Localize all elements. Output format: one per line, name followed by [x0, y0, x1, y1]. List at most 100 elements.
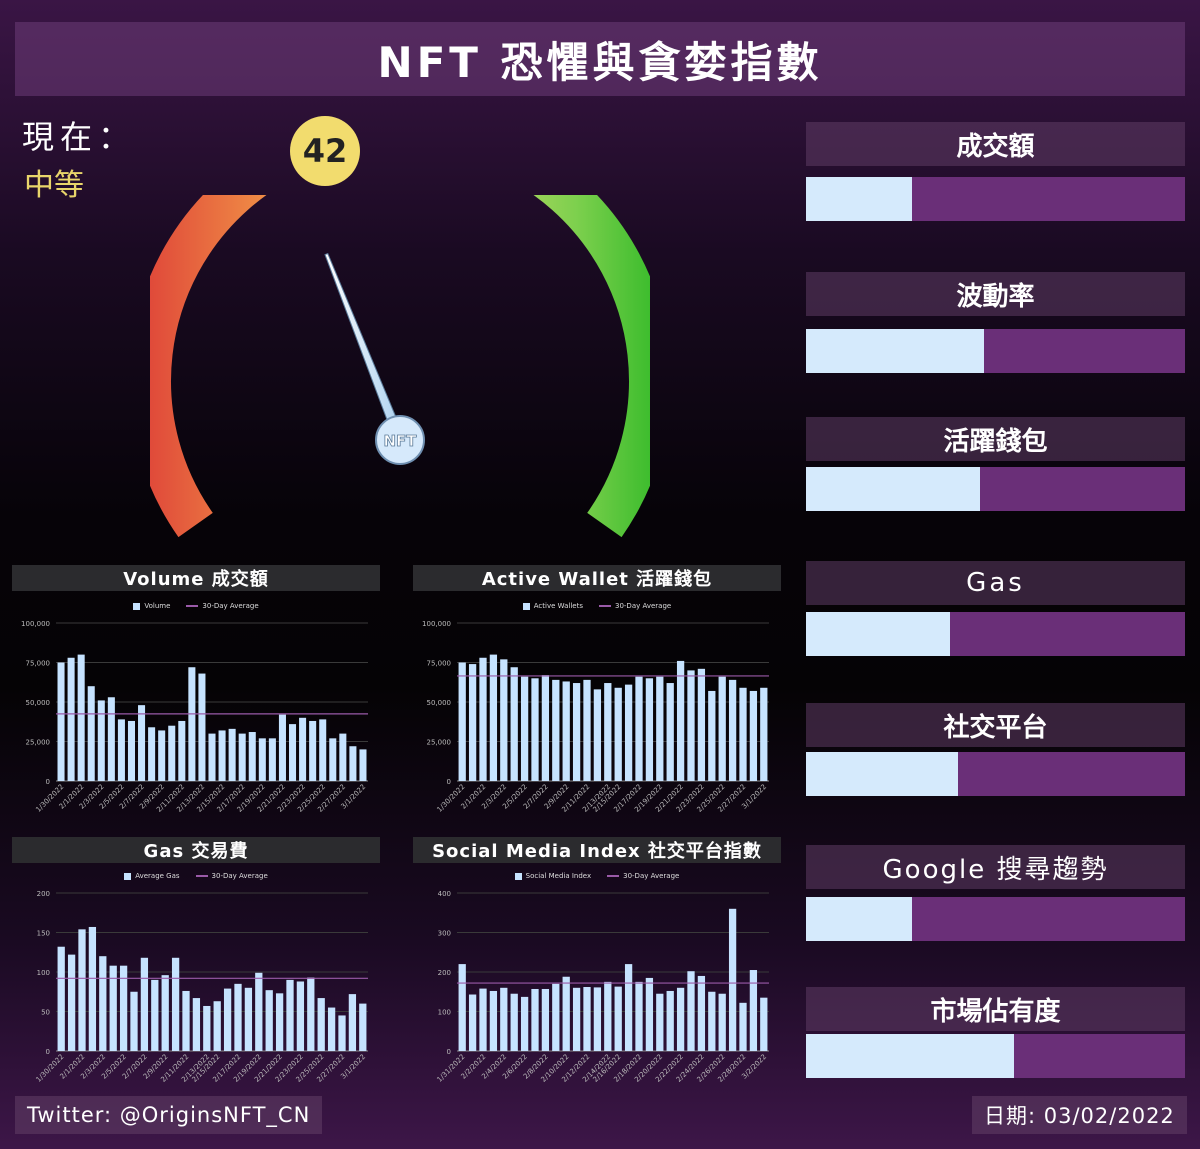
chart-bar	[583, 987, 591, 1051]
fear-greed-gauge: NFT	[150, 195, 650, 538]
chart-bar	[739, 687, 747, 781]
metric-bar-volume	[806, 177, 1185, 221]
chart-bar	[117, 719, 125, 781]
legend-average: 30-Day Average	[211, 872, 268, 880]
chart-bar	[286, 979, 294, 1051]
chart-bar	[278, 714, 286, 781]
chart-bar	[531, 678, 539, 781]
metric-fill	[806, 1034, 1015, 1078]
chart-bar	[234, 983, 242, 1051]
chart-bar	[479, 988, 487, 1051]
chart-bar	[552, 983, 560, 1051]
y-tick-label: 100	[438, 1009, 451, 1017]
metric-fill	[806, 897, 913, 941]
chart-bar	[676, 987, 685, 1051]
chart-legend: Average Gas 30-Day Average	[12, 869, 380, 883]
chart-bar	[168, 725, 176, 781]
y-tick-label: 100,000	[422, 620, 451, 628]
chart-bar	[151, 979, 159, 1051]
chart-bar	[624, 684, 633, 781]
metric-fill	[806, 467, 981, 511]
date-label: 日期: 03/02/2022	[972, 1096, 1187, 1134]
gauge-needle	[324, 252, 406, 443]
legend-series: Average Gas	[135, 872, 180, 880]
chart-bar	[329, 738, 337, 781]
chart-bar	[57, 662, 65, 781]
chart-bar	[77, 654, 85, 781]
x-tick-label: 1/30/2022	[436, 783, 467, 814]
x-tick-label: 1/31/2022	[436, 1053, 467, 1084]
metric-fill	[806, 177, 913, 221]
chart-bar	[203, 1005, 211, 1051]
chart-bar	[468, 664, 477, 781]
y-tick-label: 200	[438, 969, 451, 977]
metric-fill	[806, 329, 985, 373]
chart-bar	[718, 993, 726, 1051]
current-label: 現在：	[22, 118, 137, 156]
chart-bar	[531, 988, 539, 1051]
chart-bar	[624, 964, 633, 1051]
chart-bar	[88, 926, 97, 1051]
volume-chart-panel: Volume 成交額 Volume 30-Day Average 0 25,000…	[12, 565, 380, 827]
y-tick-label: 100,000	[21, 620, 50, 628]
chart-bar	[348, 994, 357, 1051]
y-tick-label: 0	[46, 1048, 50, 1056]
chart-bar	[127, 720, 136, 781]
chart-bar	[327, 1007, 336, 1051]
legend-line-swatch	[599, 605, 611, 607]
y-tick-label: 0	[46, 778, 50, 786]
social-media-bar-chart: 01002003004001/31/20222/2/20222/4/20222/…	[436, 890, 769, 1084]
chart-bar	[645, 977, 654, 1051]
chart-bar	[739, 1002, 747, 1051]
metric-header-volume: 成交額	[806, 122, 1185, 166]
legend-series: Volume	[144, 602, 171, 610]
chart-bar	[708, 991, 716, 1051]
chart-bar	[468, 994, 477, 1051]
chart-bar	[489, 990, 498, 1051]
y-tick-label: 300	[438, 930, 451, 938]
chart-bar	[213, 1001, 221, 1051]
chart-bar	[708, 690, 716, 781]
legend-line-swatch	[195, 875, 208, 877]
chart-bar	[635, 676, 643, 781]
chart-bar	[500, 987, 508, 1051]
y-tick-label: 0	[447, 778, 451, 786]
volume-bar-chart: 025,00050,00075,000100,0001/30/20222/1/2…	[21, 620, 368, 814]
chart-bar	[666, 683, 674, 781]
chart-bar	[458, 964, 466, 1051]
chart-bar	[97, 700, 105, 781]
legend-average: 30-Day Average	[202, 602, 259, 610]
chart-bar	[760, 997, 768, 1051]
chart-title: Volume 成交額	[12, 565, 380, 591]
chart-bar	[248, 732, 256, 781]
y-tick-label: 25,000	[26, 739, 51, 747]
chart-bar	[520, 676, 529, 781]
chart-bar	[728, 908, 737, 1051]
chart-bar	[562, 976, 570, 1051]
social-media-chart-panel: Social Media Index 社交平台指數 Social Media I…	[413, 837, 781, 1097]
chart-bar	[687, 670, 695, 781]
metric-header-gas: Gas	[806, 561, 1185, 605]
chart-bar	[67, 954, 76, 1051]
chart-bar	[87, 686, 95, 781]
legend-series: Active Wallets	[533, 602, 583, 610]
twitter-handle[interactable]: Twitter: @OriginsNFT_CN	[15, 1096, 323, 1134]
chart-bar	[192, 998, 201, 1051]
chart-bar	[614, 986, 622, 1051]
legend-average: 30-Day Average	[615, 602, 672, 610]
metric-bar-market-share	[806, 1034, 1185, 1078]
legend-bar-swatch	[514, 872, 522, 880]
y-tick-label: 50,000	[26, 699, 51, 707]
chart-bar	[148, 727, 156, 781]
legend-line-swatch	[186, 605, 199, 607]
chart-bar	[244, 987, 253, 1051]
chart-bar	[760, 687, 768, 781]
chart-bar	[614, 687, 622, 781]
chart-bar	[198, 673, 206, 781]
y-tick-label: 75,000	[427, 660, 452, 668]
chart-bar	[338, 1015, 346, 1051]
chart-bar	[208, 733, 216, 781]
chart-bar	[178, 720, 186, 781]
y-tick-label: 100	[37, 969, 50, 977]
x-tick-label: 1/30/2022	[35, 1053, 66, 1084]
